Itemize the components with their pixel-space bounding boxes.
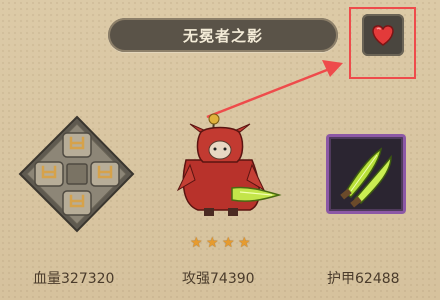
twin-blades-icon bbox=[340, 147, 392, 208]
star-icon: ★ bbox=[222, 235, 235, 251]
hp-stat: 血量327320 bbox=[33, 271, 115, 287]
star-rating: ★ ★ ★ ★ bbox=[190, 236, 254, 252]
hero-detail-panel: 无冕者之影 ★ ★ ★ ★ 血量327320 攻强74390 护甲62488 bbox=[0, 0, 440, 300]
star-icon: ★ bbox=[190, 235, 203, 251]
weapon-slot[interactable] bbox=[326, 134, 406, 214]
attack-stat: 攻强74390 bbox=[182, 271, 255, 287]
star-icon: ★ bbox=[206, 235, 219, 251]
star-icon: ★ bbox=[238, 235, 251, 251]
armor-stat: 护甲62488 bbox=[327, 271, 400, 287]
